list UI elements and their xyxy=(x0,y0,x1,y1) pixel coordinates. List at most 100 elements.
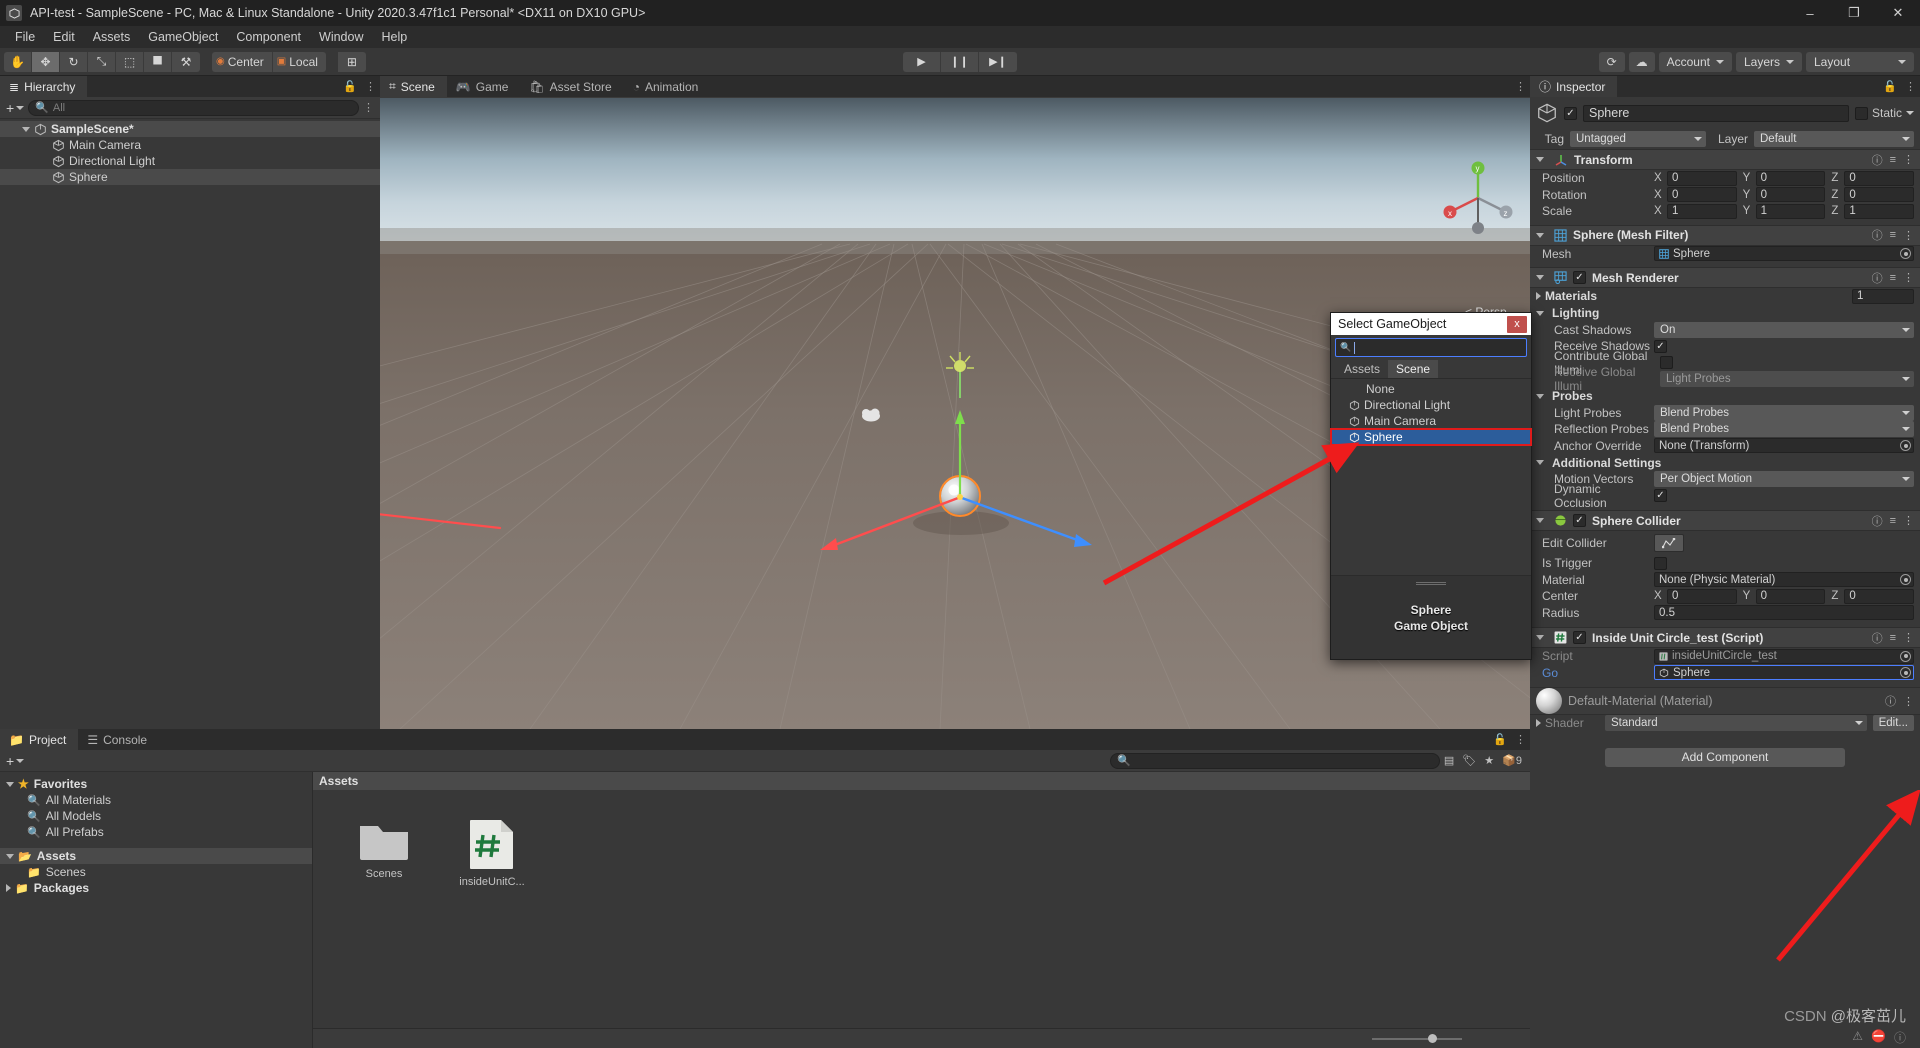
chevron-down-icon[interactable] xyxy=(6,853,14,859)
grid-snap-icon[interactable]: ⊞ xyxy=(337,51,366,72)
minimize-button[interactable]: – xyxy=(1788,0,1832,26)
chevron-right-icon[interactable] xyxy=(1536,719,1541,728)
chevron-down-icon[interactable] xyxy=(1536,157,1544,162)
chevron-right-icon[interactable] xyxy=(1536,292,1541,301)
pivot-mode-button[interactable]: ◉ Center xyxy=(212,51,273,72)
object-picker-icon[interactable] xyxy=(1900,248,1911,260)
lock-icon[interactable]: 🔓 xyxy=(1493,733,1507,746)
kebab-menu-icon[interactable]: ⋮ xyxy=(1903,229,1914,242)
menu-gameobject[interactable]: GameObject xyxy=(139,28,227,46)
dialog-tab-assets[interactable]: Assets xyxy=(1336,360,1388,378)
is-trigger-checkbox[interactable] xyxy=(1654,556,1667,570)
kebab-menu-icon[interactable]: ⋮ xyxy=(1515,733,1526,746)
layers-button[interactable]: Layers xyxy=(1735,51,1802,72)
help-icon[interactable]: ⓘ xyxy=(1872,152,1883,168)
info-icon[interactable]: ⓘ xyxy=(1894,1029,1906,1046)
hierarchy-item-samplescene[interactable]: SampleScene* xyxy=(0,121,380,137)
project-search-input[interactable]: 🔍 xyxy=(1110,752,1440,769)
lighting-foldout-row[interactable]: Lighting xyxy=(1530,305,1920,322)
dialog-resize-grip[interactable] xyxy=(1416,582,1446,585)
center-z-input[interactable]: 0 xyxy=(1844,588,1915,604)
preset-icon[interactable]: ≡ xyxy=(1890,154,1896,166)
dialog-item-sphere[interactable]: Sphere xyxy=(1330,428,1532,446)
tab-game[interactable]: 🎮 Game xyxy=(446,76,521,97)
rotation-x-input[interactable]: 0 xyxy=(1667,187,1737,203)
mesh-object-field[interactable]: Sphere xyxy=(1654,246,1914,262)
rect-tool-icon[interactable]: ⬚ xyxy=(116,51,144,72)
account-button[interactable]: Account xyxy=(1658,51,1732,72)
help-icon[interactable]: ⓘ xyxy=(1872,630,1883,646)
position-z-input[interactable]: 0 xyxy=(1844,170,1915,186)
pause-button[interactable]: ❙❙ xyxy=(941,51,979,72)
lock-icon[interactable]: 🔓 xyxy=(1883,80,1897,93)
filter-type-icon[interactable]: ▤ xyxy=(1444,754,1454,767)
dynamic-occlusion-checkbox[interactable]: ✓ xyxy=(1654,489,1667,503)
light-probes-dropdown[interactable]: Blend Probes xyxy=(1654,404,1914,421)
static-checkbox[interactable] xyxy=(1854,106,1868,120)
filter-label-icon[interactable]: 🏷 xyxy=(1462,754,1476,767)
hand-tool-icon[interactable]: ✋ xyxy=(4,51,32,72)
probes-foldout-row[interactable]: Probes xyxy=(1530,388,1920,405)
transform-tool-icon[interactable]: ⯀ xyxy=(144,51,172,72)
project-tree-favorites[interactable]: ★ Favorites xyxy=(0,776,312,792)
play-button[interactable]: ▶ xyxy=(903,51,941,72)
component-header-sphere-collider[interactable]: ✓ Sphere Collider ⓘ ≡ ⋮ xyxy=(1530,510,1920,531)
preset-icon[interactable]: ≡ xyxy=(1890,632,1896,644)
materials-count-input[interactable]: 1 xyxy=(1852,288,1914,304)
tab-animation[interactable]: ◔ Animation xyxy=(623,76,711,97)
select-gameobject-dialog[interactable]: Select GameObject x 🔍 Assets Scene None … xyxy=(1330,312,1532,660)
chevron-down-icon[interactable] xyxy=(1536,275,1544,280)
hierarchy-item-main-camera[interactable]: Main Camera xyxy=(0,137,380,153)
contribute-gi-checkbox[interactable] xyxy=(1660,356,1673,370)
script-enabled-checkbox[interactable]: ✓ xyxy=(1573,631,1586,644)
warning-icon[interactable]: ⚠ xyxy=(1852,1029,1863,1046)
chevron-down-icon[interactable] xyxy=(1536,310,1544,316)
kebab-menu-icon[interactable]: ⋮ xyxy=(1905,80,1916,93)
maximize-button[interactable]: ❐ xyxy=(1832,0,1876,26)
component-header-script[interactable]: ✓ Inside Unit Circle_test (Script) ⓘ ≡ ⋮ xyxy=(1530,627,1920,648)
step-button[interactable]: ▶❙ xyxy=(979,51,1017,72)
tab-console[interactable]: ☰ Console xyxy=(78,729,160,750)
menu-edit[interactable]: Edit xyxy=(44,28,84,46)
dialog-item-none[interactable]: None xyxy=(1331,381,1531,397)
kebab-menu-icon[interactable]: ⋮ xyxy=(1903,514,1914,527)
materials-foldout-row[interactable]: Materials 1 xyxy=(1530,288,1920,305)
kebab-menu-icon[interactable]: ⋮ xyxy=(365,80,376,93)
close-button[interactable]: ✕ xyxy=(1876,0,1920,26)
anchor-override-field[interactable]: None (Transform) xyxy=(1654,438,1914,454)
chevron-down-icon[interactable] xyxy=(1536,518,1544,523)
component-header-material[interactable]: Default-Material (Material) ⓘ ⋮ xyxy=(1530,687,1920,715)
kebab-menu-icon[interactable]: ⋮ xyxy=(1515,80,1526,93)
dialog-close-button[interactable]: x xyxy=(1507,315,1527,333)
cloud-icon[interactable]: ☁ xyxy=(1628,51,1655,72)
kebab-menu-icon[interactable]: ⋮ xyxy=(1903,695,1914,708)
preset-icon[interactable]: ≡ xyxy=(1890,515,1896,527)
hierarchy-search-input[interactable]: 🔍 All xyxy=(28,99,359,116)
hierarchy-add-button[interactable]: + xyxy=(6,100,25,116)
tag-dropdown[interactable]: Untagged xyxy=(1570,131,1706,147)
help-icon[interactable]: ⓘ xyxy=(1872,513,1883,529)
move-tool-icon[interactable]: ✥ xyxy=(32,51,60,72)
chevron-down-icon[interactable] xyxy=(1536,393,1544,399)
object-picker-icon[interactable] xyxy=(1900,574,1911,586)
help-icon[interactable]: ⓘ xyxy=(1885,693,1896,709)
help-icon[interactable]: ⓘ xyxy=(1872,270,1883,286)
project-tree-scenes[interactable]: 📁 Scenes xyxy=(0,864,312,880)
shader-dropdown[interactable]: Standard xyxy=(1605,715,1867,732)
asset-item-scenes[interactable]: Scenes xyxy=(347,818,421,888)
menu-help[interactable]: Help xyxy=(372,28,416,46)
chevron-down-icon[interactable] xyxy=(1536,460,1544,465)
object-picker-icon[interactable] xyxy=(1900,440,1911,452)
asset-zoom-knob[interactable] xyxy=(1428,1033,1437,1043)
scale-z-input[interactable]: 1 xyxy=(1844,203,1915,219)
rotation-y-input[interactable]: 0 xyxy=(1755,187,1826,203)
chevron-down-icon[interactable] xyxy=(6,781,14,787)
kebab-menu-icon[interactable]: ⋮ xyxy=(1903,631,1914,644)
chevron-down-icon[interactable] xyxy=(1536,635,1544,640)
asset-item-script[interactable]: insideUnitC... xyxy=(455,818,529,888)
error-icon[interactable]: ⛔ xyxy=(1871,1029,1886,1046)
cast-shadows-dropdown[interactable]: On xyxy=(1654,321,1914,338)
motion-vectors-dropdown[interactable]: Per Object Motion xyxy=(1654,471,1914,488)
layout-button[interactable]: Layout xyxy=(1806,51,1914,72)
physic-material-field[interactable]: None (Physic Material) xyxy=(1654,572,1914,588)
